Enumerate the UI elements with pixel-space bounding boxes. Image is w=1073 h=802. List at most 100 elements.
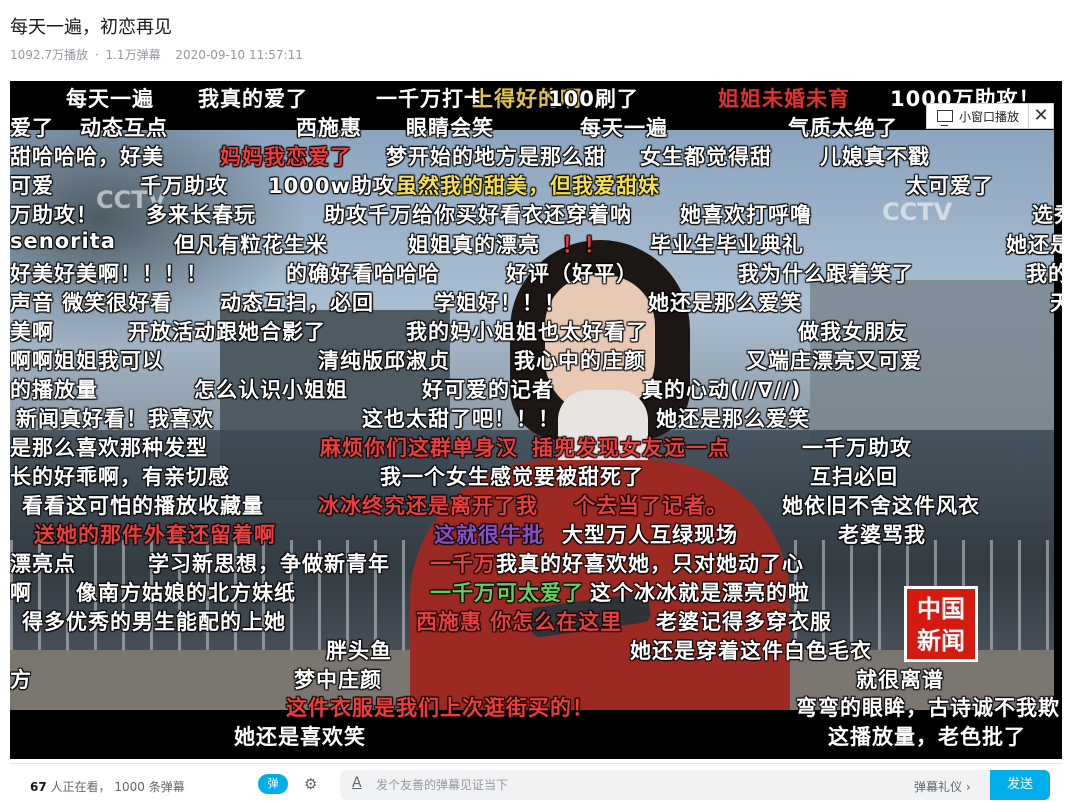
danmaku-comment: 她还是穿着这件白色毛衣 — [630, 639, 872, 663]
danmaku-comment: 梦开始的地方是那么甜 — [386, 145, 606, 169]
danmaku-comment: 一千万 — [430, 552, 496, 576]
danmaku-comment: 可爱 — [10, 174, 54, 198]
danmaku-count: 1.1万弹幕 — [105, 48, 161, 62]
danmaku-comment: 做我女朋友 — [798, 320, 908, 344]
danmaku-comment: 她喜欢打呼噜 — [680, 203, 812, 227]
danmaku-comment: 插兜发现女友远一点 — [532, 436, 730, 460]
danmaku-comment: 选秀出道 — [1032, 203, 1062, 227]
danmaku-comment: 女生都觉得甜 — [640, 145, 772, 169]
danmaku-comment: 就很离谱 — [856, 668, 944, 692]
danmaku-comment: 又端庄漂亮又可爱 — [746, 349, 922, 373]
danmaku-comment: 妈妈我恋爱了 — [220, 145, 352, 169]
danmaku-input-wrap: A 弹幕礼仪 › — [340, 770, 990, 800]
danmaku-comment: 美啊 — [10, 320, 54, 344]
danmaku-comment: 冰冰终究还是离开了我 — [318, 494, 538, 518]
danmaku-comment: 但凡有粒花生米 — [174, 233, 328, 257]
danmaku-comment: 西施惠 — [296, 116, 362, 140]
danmaku-comment: 每天一遍 — [66, 87, 154, 111]
danmaku-comment: 我心中的庄颜 — [514, 349, 646, 373]
danmaku-comment: 漂亮点 — [10, 552, 76, 576]
danmaku-comment: 虽然我的甜美，但我爱甜妹 — [396, 174, 660, 198]
danmaku-comment: 我一个女生感觉要被甜死了 — [380, 465, 644, 489]
mini-window-label: 小窗口播放 — [959, 109, 1020, 124]
danmaku-comment: 是那么喜欢那种发型 — [10, 436, 208, 460]
danmaku-comment: 姐姐真的漂亮 — [408, 233, 540, 257]
danmaku-comment: 一千万助攻 — [802, 436, 912, 460]
danmaku-comment: 1000w助攻 — [268, 174, 395, 198]
danmaku-comment: 得多优秀的男生能配的上她 — [22, 610, 286, 634]
danmaku-comment: 动态互扫，必回 — [220, 291, 374, 315]
danmaku-comment: 100刷了 — [548, 87, 639, 111]
cctv-watermark-right: CCTV — [882, 198, 953, 226]
video-player[interactable]: CCTV CCTV 中国新闻 每天一遍 我真的爱了 一千万打卡 上得好的啊 100刷了姐… — [10, 81, 1062, 759]
close-mini-window-button[interactable]: ✕ — [1028, 103, 1054, 129]
danmaku-comment: 方 — [10, 668, 32, 692]
danmaku-comment: senorita — [10, 229, 116, 253]
danmaku-comment: 西施惠 你怎么在这里 — [416, 610, 623, 634]
danmaku-comment: 好可爱的记者 — [422, 378, 554, 402]
danmaku-comment: 气质太绝了 — [788, 116, 898, 140]
danmaku-comment: 一千万打卡 — [376, 87, 486, 111]
danmaku-comment: 像南方姑娘的北方妹纸 — [76, 581, 296, 605]
danmaku-comment: 胖头鱼 — [326, 639, 392, 663]
danmaku-comment: ！！ — [562, 233, 606, 257]
danmaku-settings-icon[interactable]: ⚙ — [304, 775, 326, 793]
send-danmaku-button[interactable]: 发送 — [990, 770, 1050, 800]
danmaku-comment: 这就很牛批 — [434, 523, 544, 547]
danmaku-comment: 麻烦你们这群单身汉 — [320, 436, 518, 460]
danmaku-comment: 弯弯的眼眸，古诗诚不我欺 — [796, 696, 1060, 720]
danmaku-comment: 她还是那么爱笑 — [656, 407, 810, 431]
danmaku-comment: 老婆骂我 — [838, 523, 926, 547]
play-count: 1092.7万播放 — [10, 48, 88, 62]
font-style-icon[interactable]: A — [352, 775, 362, 791]
danmaku-comment: 动态互点 — [80, 116, 168, 140]
danmaku-comment: 这个冰冰就是漂亮的啦 — [590, 581, 810, 605]
danmaku-comment: 万助攻！ — [10, 203, 98, 227]
danmaku-comment: 多来长春玩 — [146, 203, 256, 227]
china-news-logo: 中国新闻 — [904, 586, 978, 662]
danmaku-comment: 她还是喜欢笑 — [234, 725, 366, 749]
danmaku-input[interactable] — [376, 770, 896, 800]
danmaku-comment: 学习新思想，争做新青年 — [148, 552, 390, 576]
danmaku-comment: 爱了 — [10, 116, 54, 140]
danmaku-comment: 好美好美啊！！！！ — [10, 262, 208, 286]
video-page: 每天一遍，初恋再见 1092.7万播放 · 1.1万弹幕 2020-09-10 … — [0, 0, 1073, 802]
danmaku-comment: 长的好乖啊，有亲切感 — [10, 465, 230, 489]
viewers-count: 67 — [30, 780, 47, 794]
danmaku-comment: 怎么认识小姐姐 — [194, 378, 348, 402]
danmaku-comment: 看看这可怕的播放收藏量 — [22, 494, 264, 518]
danmaku-comment: 啊 — [10, 581, 32, 605]
mini-window-button[interactable]: 小窗口播放 — [926, 103, 1040, 129]
danmaku-comment: 清纯版邱淑贞 — [318, 349, 450, 373]
danmaku-comment: 毕业生毕业典礼 — [650, 233, 804, 257]
danmaku-etiquette-link[interactable]: 弹幕礼仪 › — [914, 778, 971, 795]
danmaku-comment: 这也太甜了吧！！！ — [362, 407, 560, 431]
danmaku-send-bar: 67 人正在看， 1000 条弹幕 弹 ⚙ A 弹幕礼仪 › 发送 — [10, 763, 1062, 802]
danmaku-comment: 她还是 — [1006, 233, 1062, 257]
danmaku-comment: 我真的好喜欢她，只对她动了心 — [496, 552, 804, 576]
danmaku-comment: 每天一遍 — [580, 116, 668, 140]
danmaku-comment: 我真的爱了 — [198, 87, 308, 111]
video-title: 每天一遍，初恋再见 — [10, 17, 172, 38]
danmaku-comment: 这件衣服是我们上次逛街买的！ — [286, 696, 594, 720]
danmaku-comment: 太可爱了 — [906, 174, 994, 198]
danmaku-comment: 我的 — [1026, 262, 1062, 286]
meta-separator: · — [94, 48, 99, 62]
danmaku-total: 1000 条弹幕 — [114, 780, 185, 794]
danmaku-comment: 梦中庄颜 — [294, 668, 382, 692]
publish-date: 2020-09-10 11:57:11 — [175, 48, 303, 62]
danmaku-comment: 天 — [1050, 291, 1062, 315]
danmaku-toggle[interactable]: 弹 — [258, 774, 288, 794]
danmaku-comment: 好评（好平） — [506, 262, 638, 286]
danmaku-comment: 儿媳真不戳 — [820, 145, 930, 169]
danmaku-comment: 她依旧不舍这件风衣 — [782, 494, 980, 518]
danmaku-comment: 这播放量，老色批了 — [828, 725, 1026, 749]
danmaku-comment: 新闻真好看！我喜欢 — [16, 407, 214, 431]
danmaku-comment: 学姐好！！！ — [434, 291, 566, 315]
danmaku-comment: 的播放量 — [10, 378, 98, 402]
mini-window-icon — [937, 110, 953, 126]
danmaku-comment: 助攻千万给你买好看衣还穿着呐 — [324, 203, 632, 227]
danmaku-comment: 互扫必回 — [810, 465, 898, 489]
danmaku-comment: 真的心动(//∇//) — [642, 378, 802, 402]
danmaku-comment: 一千万可太爱了 — [430, 581, 584, 605]
